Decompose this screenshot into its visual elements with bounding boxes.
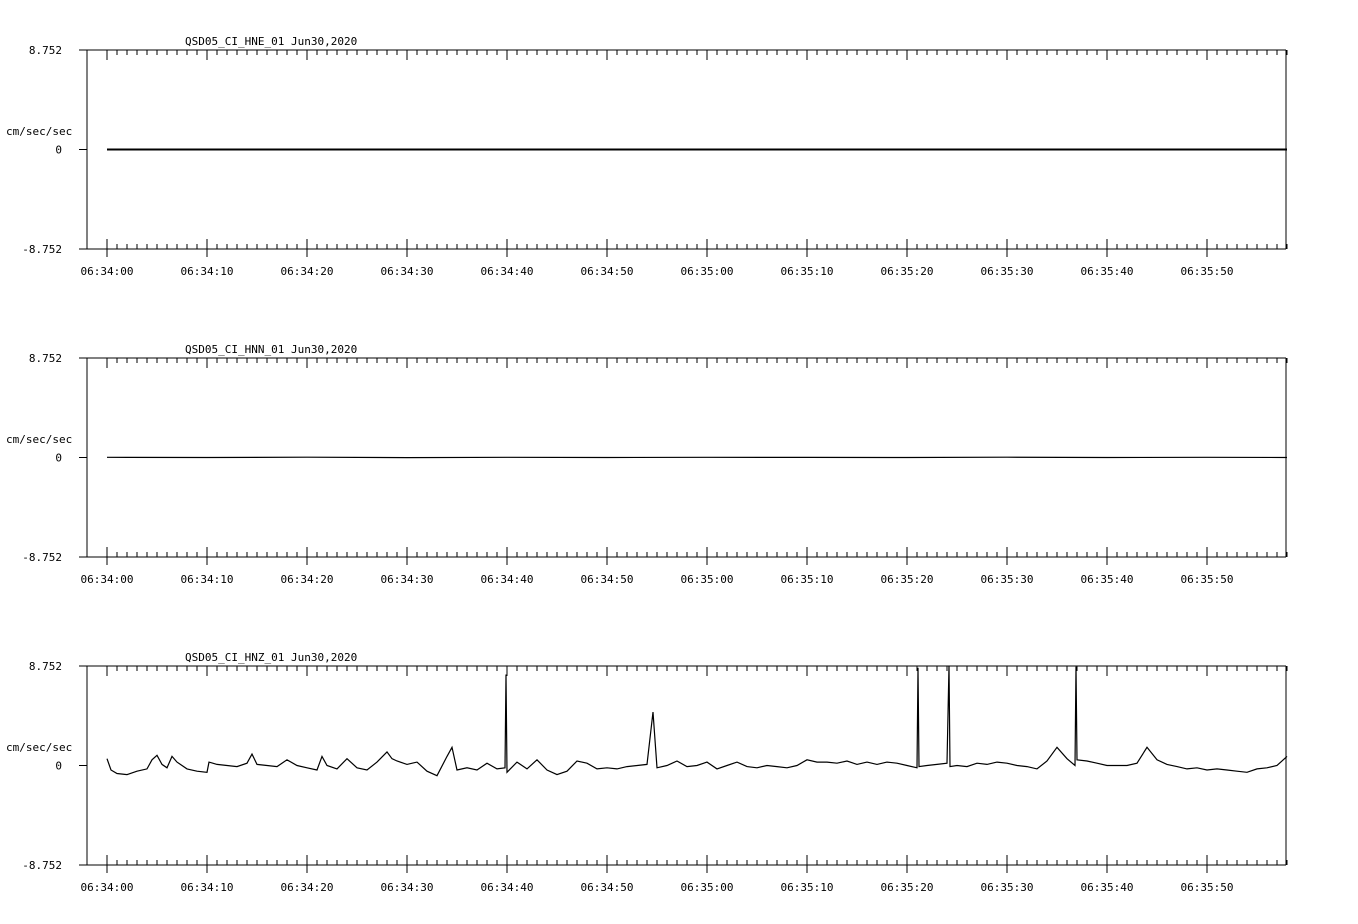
y-axis-label: cm/sec/sec (6, 433, 72, 446)
y-axis-label: cm/sec/sec (6, 741, 72, 754)
x-tick-label: 06:35:00 (681, 881, 734, 894)
x-tick-label: 06:35:40 (1081, 573, 1134, 586)
x-tick-label: 06:34:30 (381, 881, 434, 894)
x-tick-label: 06:34:40 (481, 881, 534, 894)
x-tick-label: 06:35:00 (681, 265, 734, 278)
x-tick-label: 06:34:10 (181, 573, 234, 586)
x-tick-label: 06:35:50 (1181, 265, 1234, 278)
seismogram-figure: QSD05_CI_HNE_01 Jun30,2020 8.752 0 -8.752 cm… (6, 35, 1288, 894)
x-tick-label: 06:35:30 (981, 573, 1034, 586)
y-tick-label: 0 (55, 760, 62, 773)
x-tick-label: 06:35:20 (881, 265, 934, 278)
y-tick-label: 0 (55, 144, 62, 157)
y-tick-label: 8.752 (29, 44, 62, 57)
chart-title: QSD05_CI_HNE_01 Jun30,2020 (185, 35, 357, 48)
x-tick-label: 06:35:30 (981, 265, 1034, 278)
x-tick-label: 06:35:40 (1081, 881, 1134, 894)
chart-panel-1: QSD05_CI_HNE_01 Jun30,2020 8.752 0 -8.752 cm… (6, 35, 1288, 278)
chart-title: QSD05_CI_HNN_01 Jun30,2020 (185, 343, 357, 356)
x-tick-label: 06:35:50 (1181, 573, 1234, 586)
chart-panel-3: QSD05_CI_HNZ_01 Jun30,2020 8.752 0 -8.752 cm… (6, 651, 1288, 894)
y-tick-label: 8.752 (29, 660, 62, 673)
x-tick-label: 06:35:40 (1081, 265, 1134, 278)
x-tick-label: 06:35:10 (781, 573, 834, 586)
x-tick-label: 06:35:30 (981, 881, 1034, 894)
x-tick-label: 06:35:50 (1181, 881, 1234, 894)
x-tick-label: 06:34:40 (481, 573, 534, 586)
x-tick-label: 06:34:30 (381, 573, 434, 586)
x-tick-label: 06:34:10 (181, 881, 234, 894)
x-tick-label: 06:35:10 (781, 265, 834, 278)
chart-panel-2: QSD05_CI_HNN_01 Jun30,2020 8.752 0 -8.752 cm… (6, 343, 1288, 586)
x-tick-label: 06:34:50 (581, 881, 634, 894)
x-tick-label: 06:34:50 (581, 573, 634, 586)
y-axis-label: cm/sec/sec (6, 125, 72, 138)
y-tick-label: 8.752 (29, 352, 62, 365)
x-tick-label: 06:34:50 (581, 265, 634, 278)
x-tick-label: 06:34:10 (181, 265, 234, 278)
y-tick-label: -8.752 (22, 243, 62, 256)
x-tick-label: 06:35:00 (681, 573, 734, 586)
chart-title: QSD05_CI_HNZ_01 Jun30,2020 (185, 651, 357, 664)
x-tick-label: 06:34:30 (381, 265, 434, 278)
x-tick-label: 06:34:20 (281, 881, 334, 894)
x-tick-label: 06:34:00 (81, 573, 134, 586)
x-tick-label: 06:34:20 (281, 573, 334, 586)
y-tick-label: 0 (55, 452, 62, 465)
x-tick-label: 06:34:20 (281, 265, 334, 278)
x-tick-label: 06:35:20 (881, 573, 934, 586)
x-tick-label: 06:34:00 (81, 265, 134, 278)
x-tick-label: 06:35:10 (781, 881, 834, 894)
x-tick-label: 06:34:40 (481, 265, 534, 278)
x-tick-label: 06:34:00 (81, 881, 134, 894)
series-line (106, 665, 1288, 777)
y-tick-label: -8.752 (22, 859, 62, 872)
x-tick-label: 06:35:20 (881, 881, 934, 894)
y-tick-label: -8.752 (22, 551, 62, 564)
